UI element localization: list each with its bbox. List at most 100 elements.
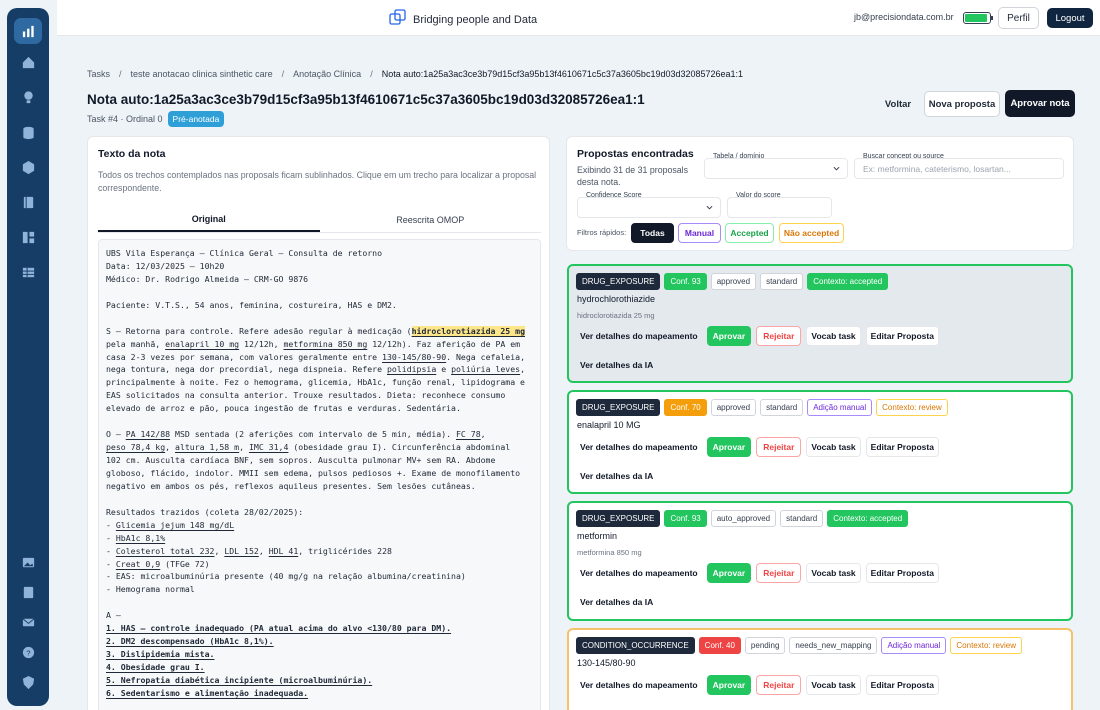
- help-icon[interactable]: ?: [19, 643, 37, 661]
- nova-proposta-button[interactable]: Nova proposta: [924, 91, 1000, 117]
- proposal-card[interactable]: CONDITION_OCCURRENCE Conf. 40 pending needs…: [567, 628, 1073, 710]
- highlighted-span[interactable]: peso 78,4 kg: [106, 442, 165, 452]
- note-text-span: globoso, flácido, indolor. MMII sem edem…: [106, 467, 521, 478]
- note-line: [106, 415, 533, 428]
- details-button[interactable]: Ver detalhes do mapeamento: [576, 563, 702, 583]
- database-icon[interactable]: [19, 123, 37, 141]
- highlighted-span[interactable]: Creat 0,9: [116, 559, 160, 569]
- breadcrumb-tasks[interactable]: Tasks: [87, 69, 110, 79]
- approve-button[interactable]: Aprovar: [706, 563, 752, 583]
- chart-icon[interactable]: [14, 18, 42, 44]
- tab-original[interactable]: Original: [98, 207, 320, 232]
- highlighted-span[interactable]: 2. DM2 descompensado (HbA1c 8,1%).: [106, 636, 274, 646]
- note-line: 5. Nefropatia diabética incipiente (micr…: [106, 674, 533, 687]
- reject-button[interactable]: Rejeitar: [756, 437, 802, 457]
- highlighted-span[interactable]: HDL 41: [269, 546, 299, 556]
- lightbulb-icon[interactable]: [19, 88, 37, 106]
- perfil-button[interactable]: Perfil: [998, 7, 1039, 29]
- highlighted-span[interactable]: metformina 850 mg: [283, 339, 367, 349]
- proposal-tag: Contexto: accepted: [827, 510, 909, 527]
- ia-details-button[interactable]: Ver detalhes da IA: [580, 471, 653, 481]
- edit-proposal-button[interactable]: Editar Proposta: [865, 563, 939, 583]
- tab-reescrita-omop[interactable]: Reescrita OMOP: [320, 207, 542, 232]
- edit-proposal-button[interactable]: Editar Proposta: [865, 326, 939, 346]
- highlighted-span[interactable]: FC 78: [456, 429, 481, 439]
- shield-icon[interactable]: [19, 673, 37, 691]
- proposal-source-text: hidroclorotiazida 25 mg: [577, 311, 655, 320]
- highlighted-span[interactable]: LDL 152: [224, 546, 259, 556]
- ia-details-button[interactable]: Ver detalhes da IA: [580, 597, 653, 607]
- proposal-card[interactable]: DRUG_EXPOSURE Conf. 93 auto_approved standa…: [567, 501, 1073, 621]
- details-button[interactable]: Ver detalhes do mapeamento: [576, 437, 702, 457]
- logout-button[interactable]: Logout: [1047, 8, 1093, 28]
- cube-icon[interactable]: [19, 158, 37, 176]
- reject-button[interactable]: Rejeitar: [756, 675, 802, 695]
- note-text-span: principalmente à noite. Fez o hemograma,…: [106, 377, 525, 388]
- highlighted-span[interactable]: poliúria leves: [451, 364, 520, 374]
- mail-icon[interactable]: [19, 613, 37, 631]
- note-line: Paciente: V.T.S., 54 anos, feminina, cos…: [106, 299, 533, 312]
- note-line: - HbA1c 8,1%: [106, 532, 533, 545]
- highlighted-span[interactable]: PA 142/88: [126, 429, 170, 439]
- proposal-actions: Ver detalhes do mapeamento Aprovar Rejeita…: [576, 675, 939, 695]
- brand[interactable]: Bridging people and Data: [389, 9, 537, 31]
- valor-input[interactable]: [727, 197, 832, 218]
- highlighted-span[interactable]: 3. Dislipidemia mista.: [106, 649, 214, 659]
- table-icon[interactable]: [19, 263, 37, 281]
- approve-button[interactable]: Aprovar: [706, 675, 752, 695]
- highlighted-span[interactable]: 4. Obesidade grau I.: [106, 662, 205, 672]
- note-text-span: pela manhã,: [106, 338, 166, 349]
- highlighted-span-active[interactable]: hidroclorotiazida 25 mg: [411, 325, 525, 336]
- highlighted-span[interactable]: 5. Nefropatia diabética incipiente (micr…: [106, 675, 372, 685]
- note-text-span: negativo em ambos os pés, reflexos aquil…: [106, 480, 476, 491]
- filter-accepted[interactable]: Accepted: [725, 223, 774, 243]
- tabela-select[interactable]: [704, 158, 848, 179]
- breadcrumb-project[interactable]: teste anotacao clinica sinthetic care: [131, 69, 273, 79]
- filter-manual[interactable]: Manual: [678, 223, 721, 243]
- approve-button[interactable]: Aprovar: [706, 326, 752, 346]
- highlighted-span[interactable]: HbA1c 8,1%: [116, 533, 165, 543]
- highlighted-span[interactable]: Colesterol total 232: [116, 546, 215, 556]
- filter-todas[interactable]: Todas: [631, 223, 674, 243]
- voltar-button[interactable]: Voltar: [874, 92, 922, 116]
- book-icon[interactable]: [19, 193, 37, 211]
- confidence-select[interactable]: [577, 197, 721, 218]
- highlighted-span[interactable]: IMC 31,4: [249, 442, 288, 452]
- highlighted-span[interactable]: enalapril 10 mg: [165, 339, 239, 349]
- aprovar-nota-button[interactable]: Aprovar nota: [1005, 90, 1075, 117]
- buscar-input[interactable]: Ex: metformina, cateterismo, losartan...: [854, 158, 1064, 179]
- note-text-span: 12/12h). Faz aferição de PA em: [367, 338, 521, 349]
- highlighted-span[interactable]: 130-145/80-90: [382, 352, 446, 362]
- dashboard-icon[interactable]: [19, 228, 37, 246]
- details-button[interactable]: Ver detalhes do mapeamento: [576, 326, 702, 346]
- proposal-actions: Ver detalhes do mapeamento Aprovar Rejeita…: [576, 326, 939, 346]
- reject-button[interactable]: Rejeitar: [756, 563, 802, 583]
- highlighted-span[interactable]: Glicemia jejum 148 mg/dL: [116, 520, 234, 530]
- proposal-tag: standard: [780, 510, 824, 527]
- image-icon[interactable]: [19, 553, 37, 571]
- highlighted-span[interactable]: altura 1,58 m: [175, 442, 239, 452]
- vocab-task-button[interactable]: Vocab task: [806, 326, 861, 346]
- note-text-span: elevado de arroz e pão, pouca ingestão d…: [106, 403, 461, 414]
- proposal-tag: Contexto: review: [950, 637, 1022, 654]
- vocab-task-button[interactable]: Vocab task: [806, 563, 861, 583]
- edit-proposal-button[interactable]: Editar Proposta: [865, 437, 939, 457]
- proposal-card[interactable]: DRUG_EXPOSURE Conf. 93 approved standard Con…: [567, 264, 1073, 383]
- home-icon[interactable]: [19, 53, 37, 71]
- proposal-card[interactable]: DRUG_EXPOSURE Conf. 70 approved standard Adi…: [567, 390, 1073, 494]
- note-line: 1. HAS — controle inadequado (PA atual a…: [106, 622, 533, 635]
- approve-button[interactable]: Aprovar: [706, 437, 752, 457]
- details-button[interactable]: Ver detalhes do mapeamento: [576, 675, 702, 695]
- filter-nao-accepted[interactable]: Não accepted: [779, 223, 844, 243]
- reject-button[interactable]: Rejeitar: [756, 326, 802, 346]
- highlighted-span[interactable]: 1. HAS — controle inadequado (PA atual a…: [106, 623, 451, 633]
- highlighted-span[interactable]: 6. Sedentarismo e alimentação inadequada…: [106, 688, 308, 698]
- vocab-task-button[interactable]: Vocab task: [806, 675, 861, 695]
- notebook-icon[interactable]: [19, 583, 37, 601]
- edit-proposal-button[interactable]: Editar Proposta: [865, 675, 939, 695]
- breadcrumb-annotation[interactable]: Anotação Clínica: [293, 69, 361, 79]
- note-line: [106, 493, 533, 506]
- vocab-task-button[interactable]: Vocab task: [806, 437, 861, 457]
- highlighted-span[interactable]: polidipsia: [387, 364, 436, 374]
- ia-details-button[interactable]: Ver detalhes da IA: [580, 360, 653, 370]
